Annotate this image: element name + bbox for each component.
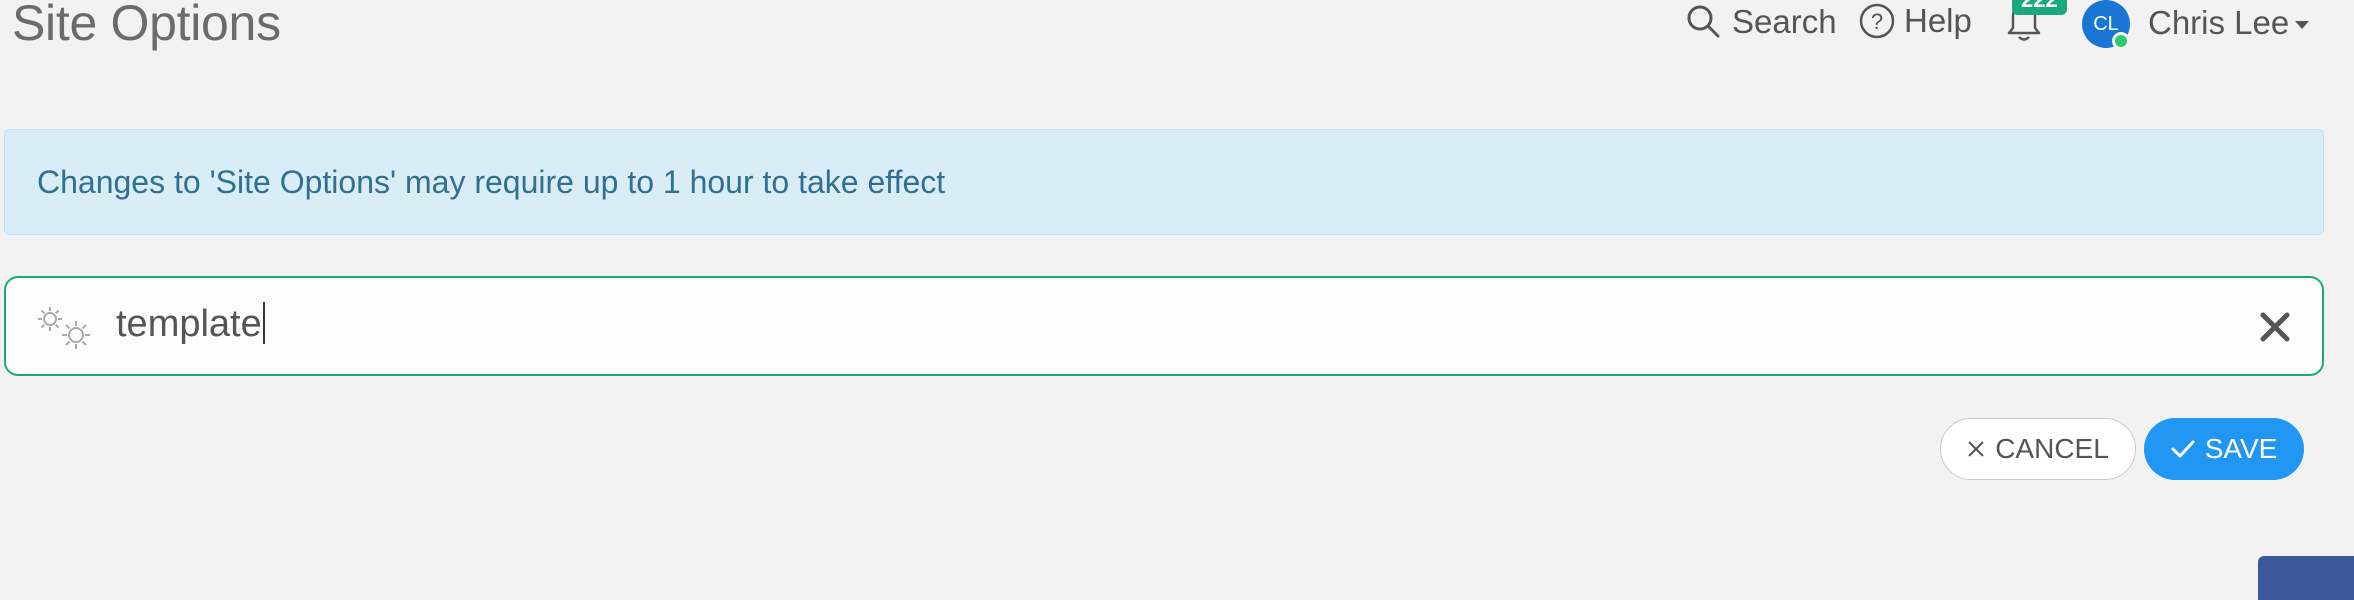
search-input-text: template: [116, 303, 262, 345]
user-name[interactable]: Chris Lee: [2148, 4, 2289, 42]
help-icon: ?: [1858, 2, 1896, 40]
search-link-label: Search: [1732, 3, 1837, 40]
site-options-page: Site Options Search ? Help 222 CL: [0, 0, 2354, 600]
page-title: Site Options: [12, 0, 281, 51]
save-button[interactable]: SAVE: [2144, 418, 2304, 480]
info-alert: Changes to 'Site Options' may require up…: [4, 129, 2324, 235]
search-link[interactable]: Search: [1684, 2, 1837, 42]
search-icon: [1684, 2, 1724, 42]
help-link[interactable]: ? Help: [1858, 2, 1972, 40]
checkmark-icon: [2171, 440, 2195, 458]
online-status-indicator: [2112, 32, 2130, 50]
alert-message: Changes to 'Site Options' may require up…: [37, 164, 946, 200]
gears-icon: [36, 305, 96, 354]
search-input-value[interactable]: template: [116, 302, 265, 348]
chat-widget-tab[interactable]: [2258, 556, 2354, 600]
close-icon: [1968, 441, 1984, 457]
options-search-input[interactable]: template: [4, 276, 2324, 376]
notification-count-badge: 222: [2012, 0, 2067, 16]
cancel-button[interactable]: CANCEL: [1940, 418, 2136, 480]
help-link-label: Help: [1904, 2, 1972, 39]
text-cursor: [262, 302, 265, 344]
svg-text:?: ?: [1871, 9, 1883, 34]
cancel-button-label: CANCEL: [1995, 433, 2109, 464]
chevron-down-icon[interactable]: [2292, 18, 2312, 37]
close-icon[interactable]: [2258, 310, 2292, 349]
save-button-label: SAVE: [2204, 433, 2278, 464]
